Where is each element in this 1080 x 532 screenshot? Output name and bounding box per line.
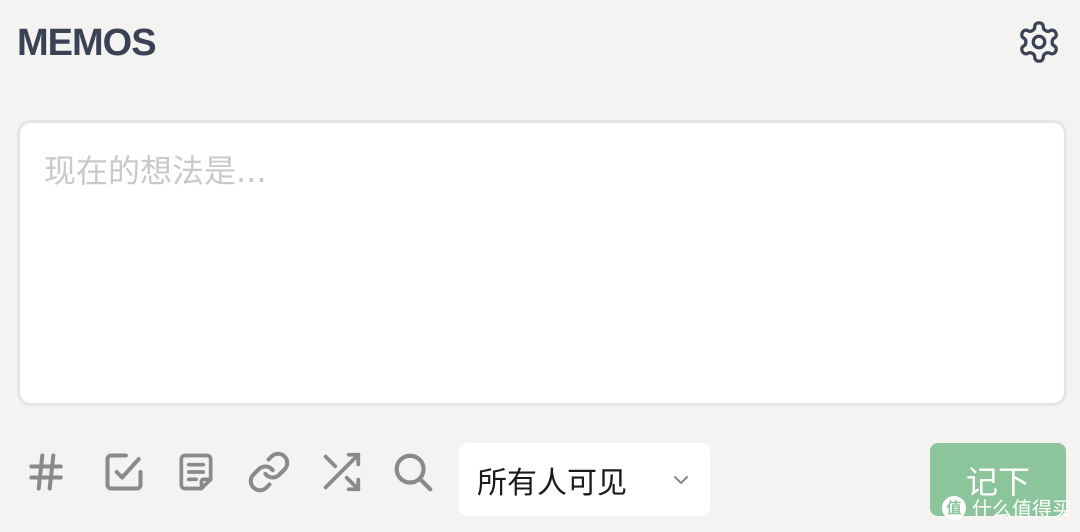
memo-editor — [17, 120, 1067, 406]
link-icon — [247, 450, 291, 498]
visibility-select[interactable]: 所有人可见 — [459, 443, 710, 516]
tag-button[interactable] — [22, 450, 70, 498]
todo-button[interactable] — [100, 450, 148, 498]
search-button[interactable] — [389, 450, 437, 498]
code-block-button[interactable] — [172, 450, 220, 498]
app-title: MEMOS — [17, 22, 157, 64]
watermark: 值 什么值得买 — [942, 493, 1072, 522]
memo-input[interactable] — [20, 123, 1064, 403]
watermark-text: 什么值得买 — [972, 497, 1072, 521]
search-icon — [390, 449, 436, 499]
checkbox-icon — [102, 450, 146, 498]
random-button[interactable] — [317, 450, 365, 498]
link-button[interactable] — [245, 450, 293, 498]
visibility-label: 所有人可见 — [477, 465, 627, 501]
shuffle-icon — [318, 449, 364, 499]
hash-icon — [24, 450, 68, 498]
settings-button[interactable] — [1014, 19, 1064, 69]
document-icon — [174, 450, 218, 498]
watermark-logo: 值 — [942, 495, 966, 520]
chevron-down-icon — [666, 465, 696, 495]
gear-icon — [1016, 19, 1062, 69]
